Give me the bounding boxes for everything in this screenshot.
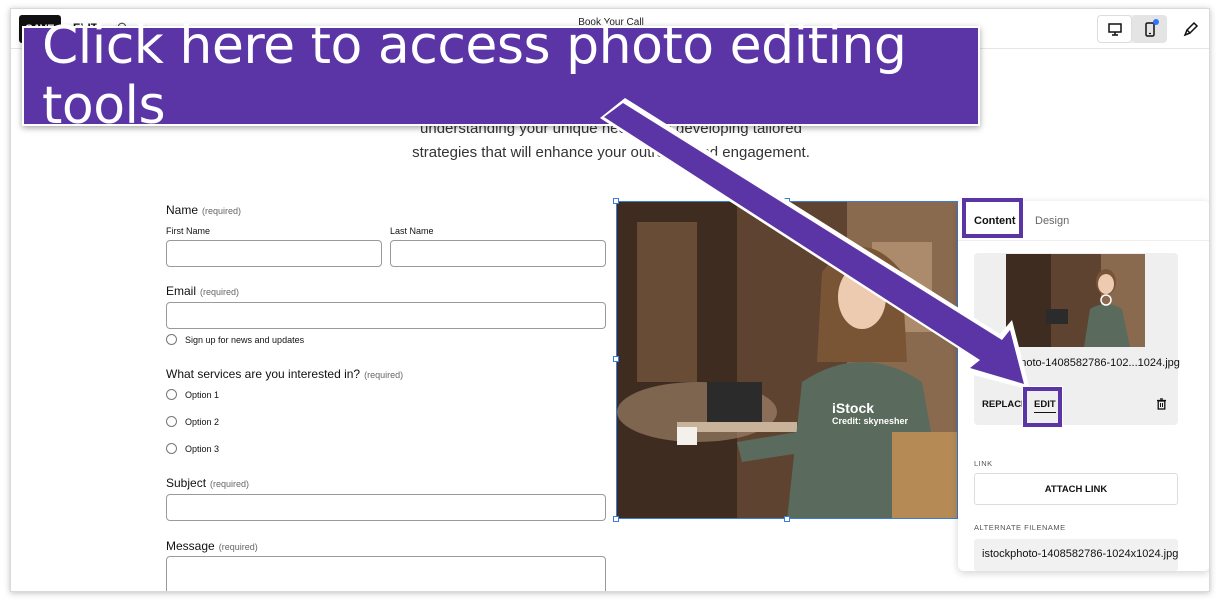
content-tab-highlight	[962, 198, 1023, 238]
tutorial-arrow	[600, 98, 1030, 390]
edit-button-highlight	[1023, 387, 1062, 427]
